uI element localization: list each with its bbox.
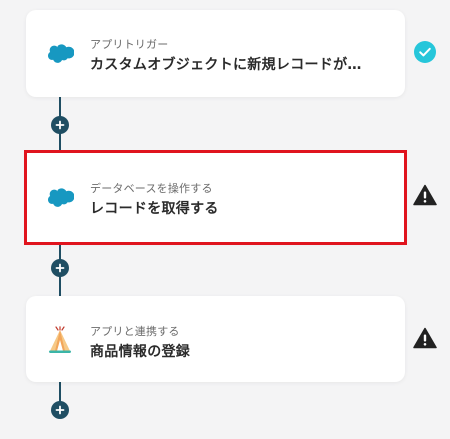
- flow-step-card-register-product[interactable]: アプリと連携する 商品情報の登録: [26, 296, 405, 382]
- flow-step-card-trigger[interactable]: アプリトリガー カスタムオブジェクトに新規レコードが…: [26, 10, 405, 97]
- warning-triangle-icon: [413, 183, 437, 207]
- add-step-button[interactable]: [51, 401, 69, 419]
- plus-icon: [55, 405, 65, 415]
- plus-icon: [55, 120, 65, 130]
- salesforce-cloud-icon: [45, 38, 75, 68]
- plus-icon: [55, 263, 65, 273]
- add-step-button[interactable]: [51, 259, 69, 277]
- warning-triangle-icon: [413, 326, 437, 350]
- step-type-label: アプリと連携する: [90, 325, 180, 338]
- add-step-button[interactable]: [51, 116, 69, 134]
- flow-step-card-get-record[interactable]: データベースを操作する レコードを取得する: [24, 150, 407, 245]
- tent-app-icon: [45, 325, 75, 355]
- step-title: レコードを取得する: [90, 201, 219, 217]
- step-title: 商品情報の登録: [90, 344, 191, 360]
- step-type-label: データベースを操作する: [90, 182, 213, 195]
- step-type-label: アプリトリガー: [90, 38, 169, 51]
- salesforce-cloud-icon: [45, 182, 75, 212]
- step-title: カスタムオブジェクトに新規レコードが…: [90, 57, 362, 73]
- check-circle-icon: [413, 40, 437, 64]
